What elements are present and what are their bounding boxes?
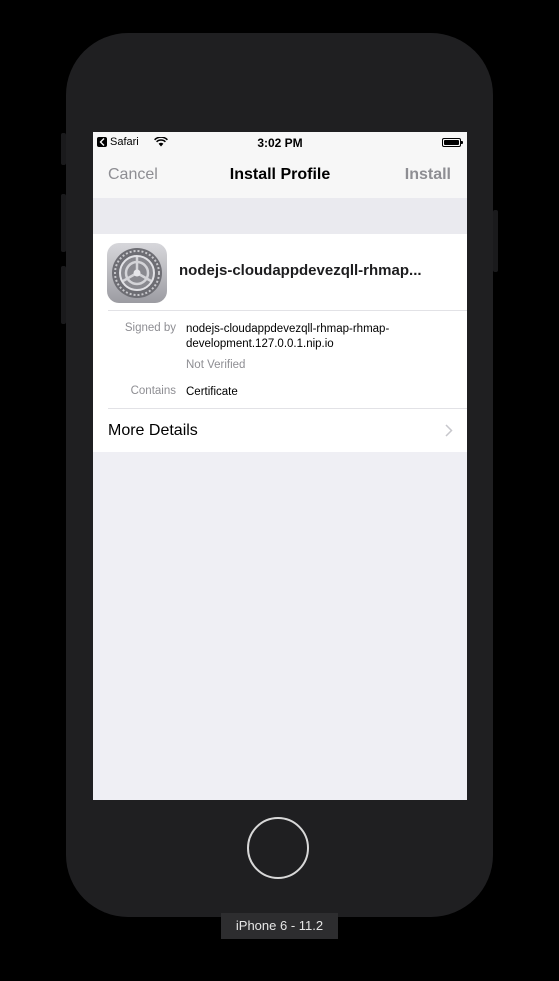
mute-switch: [61, 133, 66, 165]
navigation-bar: Cancel Install Profile Install: [93, 154, 467, 198]
settings-gear-icon: [107, 243, 167, 303]
contains-value: Certificate: [186, 386, 238, 398]
more-details-label: More Details: [108, 422, 198, 439]
power-button: [493, 210, 498, 272]
verification-status: Not Verified: [186, 359, 246, 371]
volume-down-button: [61, 266, 66, 324]
page-title: Install Profile: [229, 166, 331, 183]
volume-up-button: [61, 194, 66, 252]
divider: [108, 310, 467, 311]
contains-label: Contains: [130, 385, 176, 397]
install-button[interactable]: Install: [405, 166, 451, 184]
home-button[interactable]: [247, 817, 309, 879]
profile-name: nodejs-cloudappdevezqll-rhmap...: [179, 262, 422, 279]
profile-card: nodejs-cloudappdevezqll-rhmap... Signed …: [93, 234, 467, 452]
more-details-row[interactable]: More Details: [93, 409, 467, 452]
device-screen: Safari 3:02 PM Cancel Install Profile In…: [93, 132, 467, 800]
chevron-right-icon: [445, 424, 453, 437]
signed-by-label: Signed by: [124, 322, 176, 334]
signed-by-value: nodejs-cloudappdevezqll-rhmap-rhmap-deve…: [186, 323, 390, 350]
battery-icon: [442, 138, 463, 147]
cancel-button[interactable]: Cancel: [108, 166, 158, 184]
device-label: iPhone 6 - 11.2: [221, 913, 338, 939]
status-time: 3:02 PM: [257, 136, 303, 150]
header-spacer: [93, 198, 467, 234]
status-bar: Safari 3:02 PM: [93, 132, 467, 154]
